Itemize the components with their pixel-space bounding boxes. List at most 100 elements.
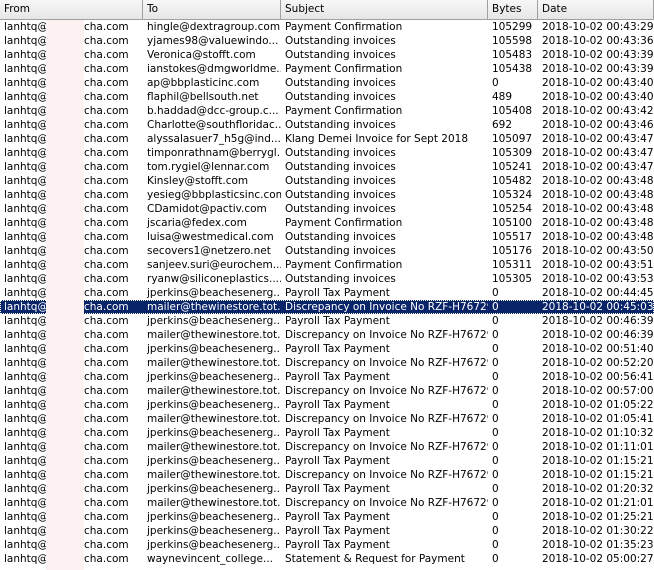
message-rows: lanhtq@l cha.com hingle@dextragroup.com Pay… bbox=[0, 20, 654, 570]
cell-date: 2018-10-02 01:05:22 bbox=[542, 399, 654, 411]
cell-bytes: 105408 bbox=[492, 105, 533, 117]
table-row[interactable]: lanhtq@l cha.com mailer@thewinestore.tot..… bbox=[0, 328, 654, 342]
table-row[interactable]: lanhtq@l cha.com yjames98@valuewindo... Out… bbox=[0, 34, 654, 48]
cell-subject: Payroll Tax Payment bbox=[285, 511, 390, 523]
table-row[interactable]: lanhtq@l cha.com CDamidot@pactiv.com Outsta… bbox=[0, 202, 654, 216]
from-user: lanhtq@l bbox=[4, 343, 51, 355]
table-row[interactable]: lanhtq@l cha.com jperkins@beachesenerg... P… bbox=[0, 426, 654, 440]
cell-bytes: 105100 bbox=[492, 217, 533, 229]
table-row[interactable]: lanhtq@l cha.com jperkins@beachesenerg... P… bbox=[0, 538, 654, 552]
table-row[interactable]: lanhtq@l cha.com mailer@thewinestore.tot..… bbox=[0, 300, 654, 314]
from-user: lanhtq@l bbox=[4, 497, 51, 509]
cell-bytes: 105097 bbox=[492, 133, 533, 145]
cell-from: lanhtq@l cha.com bbox=[0, 426, 143, 440]
table-row[interactable]: lanhtq@l cha.com mailer@thewinestore.tot..… bbox=[0, 468, 654, 482]
cell-bytes: 105305 bbox=[492, 273, 533, 285]
cell-bytes: 0 bbox=[492, 483, 499, 495]
table-row[interactable]: lanhtq@l cha.com Charlotte@southfloridac..… bbox=[0, 118, 654, 132]
table-row[interactable]: lanhtq@l cha.com secovers1@netzero.net Outs… bbox=[0, 244, 654, 258]
table-row[interactable]: lanhtq@l cha.com jscaria@fedex.com Payment … bbox=[0, 216, 654, 230]
table-row[interactable]: lanhtq@l cha.com yesieg@bbplasticsinc.com O… bbox=[0, 188, 654, 202]
cell-bytes: 0 bbox=[492, 525, 499, 537]
cell-bytes: 0 bbox=[492, 553, 499, 565]
table-row[interactable]: lanhtq@l cha.com Kinsley@stofft.com Outstan… bbox=[0, 174, 654, 188]
cell-from: lanhtq@l cha.com bbox=[0, 90, 143, 104]
cell-date: 2018-10-02 00:44:45 bbox=[542, 287, 654, 299]
from-user: lanhtq@l bbox=[4, 511, 51, 523]
cell-to: jperkins@beachesenerg... bbox=[147, 511, 281, 523]
from-user: lanhtq@l bbox=[4, 259, 51, 271]
cell-date: 2018-10-02 01:10:32 bbox=[542, 427, 654, 439]
table-row[interactable]: lanhtq@l cha.com mailer@thewinestore.tot..… bbox=[0, 412, 654, 426]
table-row[interactable]: lanhtq@l cha.com mailer@thewinestore.tot..… bbox=[0, 356, 654, 370]
table-row[interactable]: lanhtq@l cha.com jperkins@beachesenerg... P… bbox=[0, 398, 654, 412]
table-row[interactable]: lanhtq@l cha.com timponrathnam@berrygl... O… bbox=[0, 146, 654, 160]
from-domain: cha.com bbox=[84, 427, 129, 439]
from-user: lanhtq@l bbox=[4, 189, 51, 201]
table-row[interactable]: lanhtq@l cha.com jperkins@beachesenerg... P… bbox=[0, 482, 654, 496]
from-user: lanhtq@l bbox=[4, 217, 51, 229]
cell-bytes: 0 bbox=[492, 427, 499, 439]
cell-date: 2018-10-02 00:43:47 bbox=[542, 147, 654, 159]
table-row[interactable]: lanhtq@l cha.com waynevincent_college... St… bbox=[0, 552, 654, 566]
from-user: lanhtq@l bbox=[4, 175, 51, 187]
table-row[interactable]: lanhtq@l cha.com mailer@thewinestore.tot..… bbox=[0, 384, 654, 398]
cell-to: flaphil@bellsouth.net bbox=[147, 91, 259, 103]
table-row[interactable]: lanhtq@l cha.com mailer@thewinestore.tot..… bbox=[0, 440, 654, 454]
table-row[interactable]: lanhtq@l cha.com ianstokes@dmgworldme... Pa… bbox=[0, 62, 654, 76]
from-domain: cha.com bbox=[84, 357, 129, 369]
cell-to: Veronica@stofft.com bbox=[147, 49, 256, 61]
from-domain: cha.com bbox=[84, 21, 129, 33]
table-row[interactable]: lanhtq@l cha.com jperkins@beachesenerg... P… bbox=[0, 314, 654, 328]
from-domain: cha.com bbox=[84, 35, 129, 47]
column-header-bytes[interactable]: Bytes bbox=[488, 0, 538, 19]
from-user: lanhtq@l bbox=[4, 539, 51, 551]
table-row[interactable]: lanhtq@l cha.com jperkins@beachesenerg... P… bbox=[0, 286, 654, 300]
table-row[interactable]: lanhtq@l cha.com luisa@westmedical.com Outs… bbox=[0, 230, 654, 244]
cell-to: mailer@thewinestore.tot... bbox=[147, 441, 281, 453]
cell-date: 2018-10-02 01:15:21 bbox=[542, 455, 654, 467]
from-domain: cha.com bbox=[84, 175, 129, 187]
cell-subject: Klang Demei Invoice for Sept 2018 bbox=[285, 133, 469, 145]
table-row[interactable]: lanhtq@l cha.com alyssalasuer7_h5g@ind... K… bbox=[0, 132, 654, 146]
cell-date: 2018-10-02 00:46:39 bbox=[542, 329, 654, 341]
cell-subject: Payment Confirmation bbox=[285, 259, 403, 271]
cell-to: sanjeev.suri@eurochem... bbox=[147, 259, 281, 271]
cell-date: 2018-10-02 00:43:48 bbox=[542, 203, 654, 215]
cell-to: b.haddad@dcc-group.c... bbox=[147, 105, 279, 117]
table-row[interactable]: lanhtq@l cha.com tom.rygiel@lennar.com Outs… bbox=[0, 160, 654, 174]
cell-date: 2018-10-02 00:43:48 bbox=[542, 231, 654, 243]
cell-bytes: 105309 bbox=[492, 147, 533, 159]
from-user: lanhtq@l bbox=[4, 329, 51, 341]
from-user: lanhtq@l bbox=[4, 399, 51, 411]
column-header-from[interactable]: From bbox=[0, 0, 143, 19]
table-row[interactable]: lanhtq@l cha.com ryanw@siliconeplastics...… bbox=[0, 272, 654, 286]
table-row[interactable]: lanhtq@l cha.com b.haddad@dcc-group.c... Pa… bbox=[0, 104, 654, 118]
from-domain: cha.com bbox=[84, 371, 129, 383]
from-domain: cha.com bbox=[84, 483, 129, 495]
table-row[interactable]: lanhtq@l cha.com jperkins@beachesenerg... P… bbox=[0, 370, 654, 384]
table-row[interactable]: lanhtq@l cha.com flaphil@bellsouth.net Outs… bbox=[0, 90, 654, 104]
table-row[interactable]: lanhtq@l cha.com jperkins@beachesenerg... P… bbox=[0, 454, 654, 468]
table-row[interactable]: lanhtq@l cha.com jperkins@beachesenerg... P… bbox=[0, 510, 654, 524]
from-user: lanhtq@l bbox=[4, 63, 51, 75]
cell-to: mailer@thewinestore.tot... bbox=[147, 301, 281, 313]
table-row[interactable]: lanhtq@l cha.com ap@bbplasticinc.com Outsta… bbox=[0, 76, 654, 90]
column-header-subject[interactable]: Subject bbox=[281, 0, 488, 19]
table-row[interactable]: lanhtq@l cha.com jperkins@beachesenerg... P… bbox=[0, 524, 654, 538]
from-user: lanhtq@l bbox=[4, 469, 51, 481]
table-row[interactable]: lanhtq@l cha.com Veronica@stofft.com Outsta… bbox=[0, 48, 654, 62]
from-domain: cha.com bbox=[84, 497, 129, 509]
table-row[interactable]: lanhtq@l cha.com sanjeev.suri@eurochem... P… bbox=[0, 258, 654, 272]
from-domain: cha.com bbox=[84, 105, 129, 117]
cell-bytes: 0 bbox=[492, 511, 499, 523]
message-list-view[interactable]: From To Subject Bytes Date lanhtq@l cha.c… bbox=[0, 0, 654, 570]
table-row[interactable]: lanhtq@l cha.com hingle@dextragroup.com Pay… bbox=[0, 20, 654, 34]
cell-to: mailer@thewinestore.tot... bbox=[147, 329, 281, 341]
table-row[interactable]: lanhtq@l cha.com jperkins@beachesenerg... P… bbox=[0, 342, 654, 356]
cell-date: 2018-10-02 00:43:46 bbox=[542, 119, 654, 131]
cell-from: lanhtq@l cha.com bbox=[0, 230, 143, 244]
table-row[interactable]: lanhtq@l cha.com mailer@thewinestore.tot..… bbox=[0, 496, 654, 510]
column-header-date[interactable]: Date bbox=[538, 0, 654, 19]
column-header-to[interactable]: To bbox=[143, 0, 281, 19]
